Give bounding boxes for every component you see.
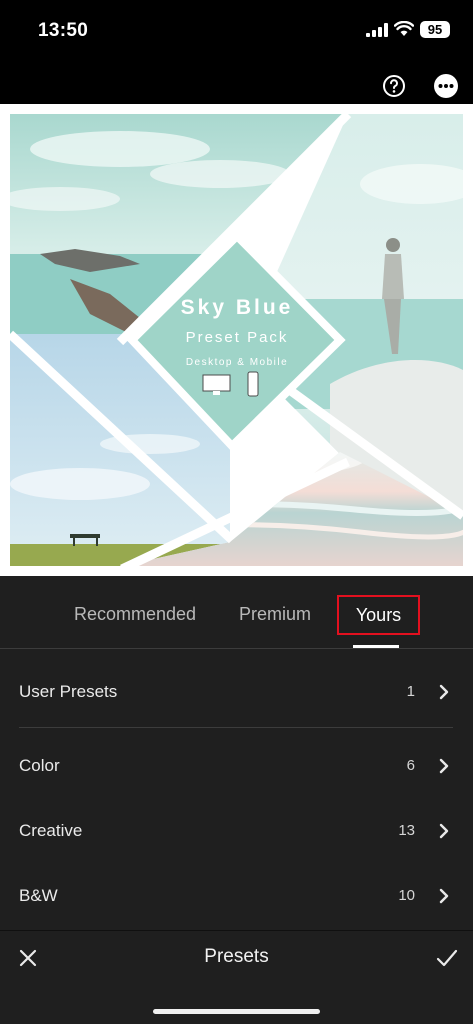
more-icon[interactable] <box>434 74 458 98</box>
preset-group-count: 13 <box>398 822 415 839</box>
chevron-right-icon <box>439 888 449 904</box>
tab-yours[interactable]: Yours <box>337 595 420 635</box>
signal-icon <box>366 23 388 37</box>
photo-preview: Sky Blue Preset Pack Desktop & Mobile <box>0 104 473 576</box>
tabs-divider <box>0 648 473 649</box>
preset-pack-title: Sky Blue <box>181 296 294 319</box>
chevron-right-icon <box>439 823 449 839</box>
preset-pack-subtitle: Preset Pack <box>186 329 289 346</box>
checkmark-icon[interactable] <box>436 948 458 968</box>
preset-group-label: B&W <box>19 886 58 905</box>
tab-recommended[interactable]: Recommended <box>74 604 196 625</box>
status-bar: 13:50 95 <box>0 0 473 60</box>
wifi-icon <box>394 21 414 36</box>
preset-group-label: Color <box>19 756 60 775</box>
preset-group-label: User Presets <box>19 682 118 701</box>
chevron-right-icon <box>439 684 449 700</box>
status-time: 13:50 <box>38 20 89 41</box>
row-divider <box>19 727 453 728</box>
preset-group-creative[interactable]: Creative 13 <box>0 807 473 857</box>
battery-indicator: 95 <box>420 21 450 38</box>
preset-group-color[interactable]: Color 6 <box>0 742 473 792</box>
bottom-bar: Presets <box>0 930 473 1024</box>
tab-premium[interactable]: Premium <box>239 604 311 625</box>
help-circle-icon[interactable] <box>382 74 406 98</box>
panel-title: Presets <box>204 946 269 967</box>
preset-group-user-presets[interactable]: User Presets 1 <box>0 668 473 718</box>
preset-group-count: 10 <box>398 887 415 904</box>
home-indicator <box>153 1009 320 1014</box>
preset-group-bw[interactable]: B&W 10 <box>0 872 473 922</box>
preset-pack-artwork: Sky Blue Preset Pack Desktop & Mobile <box>0 104 473 576</box>
preset-tabs: Recommended Premium Yours <box>0 576 473 648</box>
preset-pack-caption: Desktop & Mobile <box>186 357 288 368</box>
preset-group-label: Creative <box>19 821 83 840</box>
chevron-right-icon <box>439 758 449 774</box>
top-toolbar <box>0 60 473 104</box>
mobile-phone-icon <box>247 371 259 397</box>
preset-group-count: 6 <box>406 757 415 774</box>
preset-group-count: 1 <box>406 683 415 700</box>
